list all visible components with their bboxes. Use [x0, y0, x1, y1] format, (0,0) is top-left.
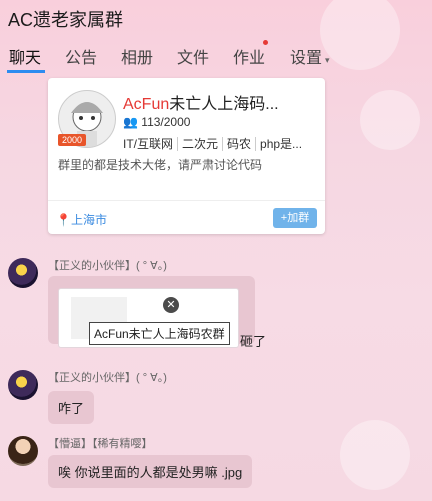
- member-count: 👥 113/2000: [123, 115, 190, 129]
- window-title: AC遗老家属群: [8, 10, 124, 30]
- sender-name: 【正义的小伙伴】( ° ∀。): [48, 260, 167, 272]
- group-tag: php是...: [260, 137, 303, 151]
- tab-announcement[interactable]: 公告: [65, 44, 97, 68]
- member-count-value: 113/2000: [141, 115, 191, 129]
- group-location: 📍上海市: [56, 211, 107, 228]
- group-name: AcFun未亡人上海码...: [123, 90, 279, 114]
- tab-chat[interactable]: 聊天: [9, 44, 41, 68]
- tab-settings-label: 设置: [290, 50, 323, 67]
- tab-bar: 聊天 公告 相册 文件 作业 设置 ▾: [0, 40, 432, 70]
- sender-name: 【懵逼】【稀有精嘤】: [48, 438, 153, 450]
- group-name-rest: 未亡人上海码...: [169, 96, 279, 113]
- group-tag: 二次元: [178, 137, 224, 151]
- member-limit-badge: 2000: [58, 134, 87, 146]
- location-text: 上海市: [70, 213, 107, 227]
- unread-dot: [263, 40, 268, 45]
- location-pin-icon: 📍: [56, 213, 71, 227]
- group-description: 群里的都是技术大佬，请严肃讨论代码: [58, 158, 263, 172]
- chat-header: AC遗老家属群 聊天 公告 相册 文件 作业 设置 ▾: [0, 0, 432, 73]
- message-text: 砸了: [240, 334, 267, 349]
- background-blossom: [360, 90, 420, 150]
- people-icon: 👥: [123, 115, 138, 129]
- join-group-button[interactable]: +加群: [273, 208, 317, 228]
- tab-homework[interactable]: 作业: [233, 44, 265, 68]
- group-share-card[interactable]: 2000 AcFun未亡人上海码... 👥 113/2000 IT/互联网 二次元…: [48, 78, 325, 234]
- share-tooltip: AcFun未亡人上海码农群: [89, 322, 230, 345]
- avatar[interactable]: [8, 436, 38, 466]
- chevron-down-icon: ▾: [325, 55, 330, 65]
- close-icon[interactable]: ✕: [163, 297, 179, 313]
- message-bubble: 咋了: [48, 391, 95, 424]
- tab-files[interactable]: 文件: [177, 44, 209, 68]
- tab-settings[interactable]: 设置 ▾: [290, 44, 330, 68]
- background-blossom: [340, 420, 410, 490]
- tab-album[interactable]: 相册: [121, 44, 153, 68]
- avatar[interactable]: [8, 370, 38, 400]
- group-name-brand: AcFun: [123, 96, 170, 113]
- message-bubble: 唉 你说里面的人都是处男嘛 .jpg: [48, 455, 253, 488]
- group-tag: 码农: [223, 137, 257, 151]
- active-tab-indicator: [7, 70, 45, 73]
- sender-name: 【正义的小伙伴】( ° ∀。): [48, 372, 167, 384]
- group-tags: IT/互联网 二次元 码农 php是...: [123, 135, 306, 152]
- group-tag: IT/互联网: [123, 137, 178, 151]
- card-divider: [48, 200, 325, 201]
- avatar[interactable]: [8, 258, 38, 288]
